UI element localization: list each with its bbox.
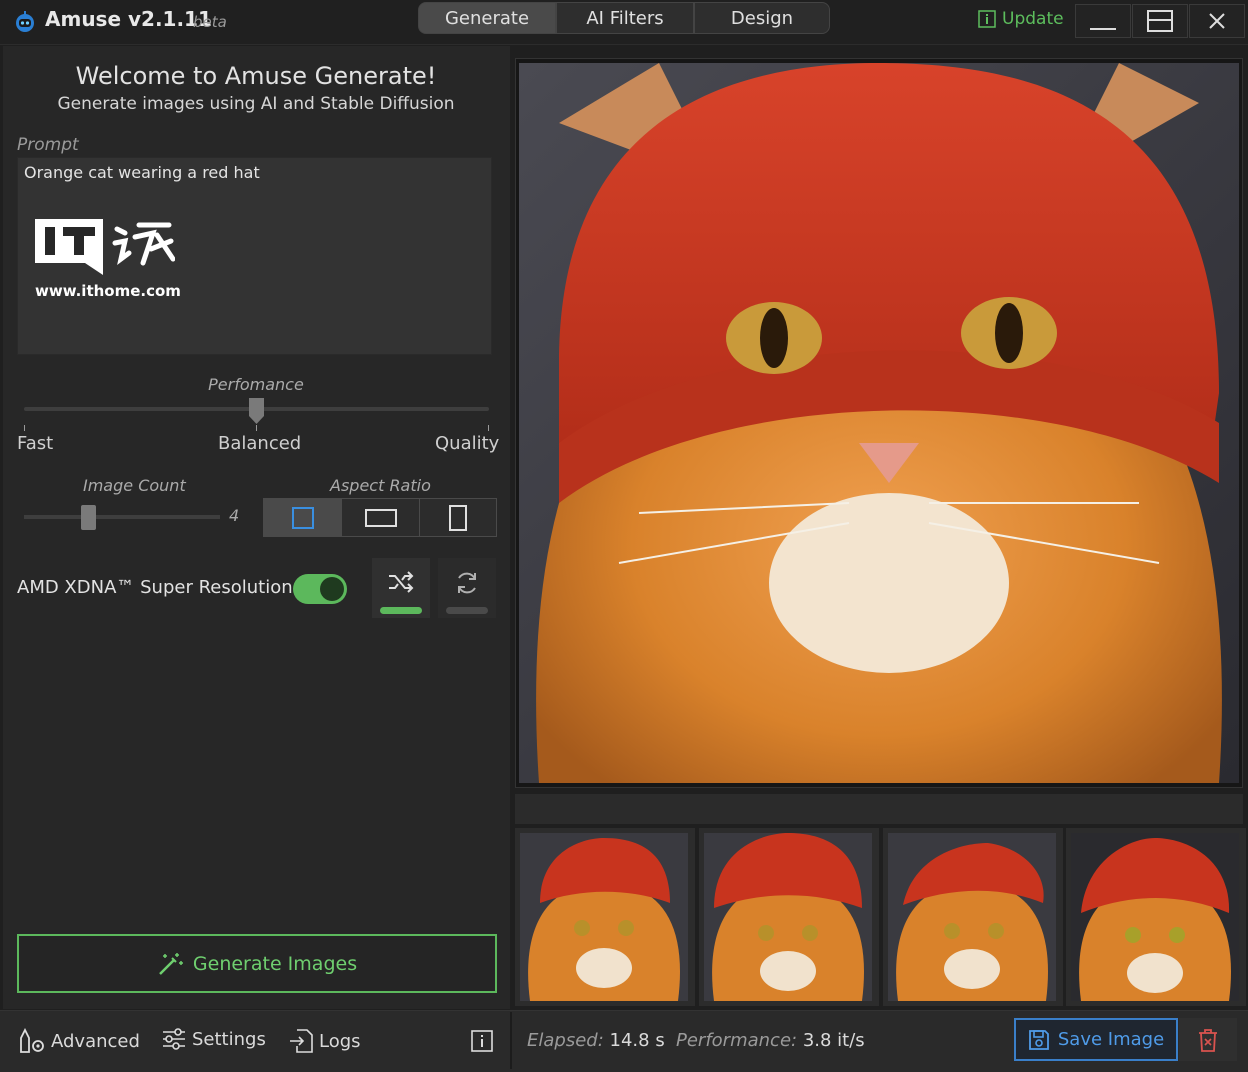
settings-label: Settings bbox=[192, 1028, 266, 1050]
settings-button[interactable]: Settings bbox=[162, 1028, 266, 1050]
amuse-logo-icon bbox=[16, 11, 34, 32]
performance-stat-label: Performance: bbox=[676, 1030, 798, 1051]
update-button[interactable]: Update bbox=[978, 9, 1064, 29]
image-progress-strip bbox=[515, 794, 1243, 824]
square-icon bbox=[291, 506, 314, 529]
generate-images-label: Generate Images bbox=[192, 952, 358, 975]
minimize-button[interactable] bbox=[1075, 4, 1131, 38]
ithome-watermark-url: www.ithome.com bbox=[35, 282, 181, 300]
delete-image-button[interactable] bbox=[1179, 1018, 1237, 1061]
minimize-icon bbox=[1090, 28, 1116, 30]
prompt-label: Prompt bbox=[17, 135, 79, 155]
close-icon bbox=[1209, 13, 1225, 29]
landscape-icon bbox=[364, 508, 397, 527]
performance-slider-thumb[interactable] bbox=[249, 398, 264, 424]
image-count-slider-thumb[interactable] bbox=[81, 505, 96, 530]
thumbnail-image-1[interactable] bbox=[520, 833, 688, 1001]
logs-icon bbox=[290, 1029, 313, 1053]
thumbnail-image-2[interactable] bbox=[704, 833, 872, 1001]
bottom-bar-divider bbox=[510, 1012, 512, 1069]
settings-sliders-icon bbox=[163, 1028, 185, 1050]
refresh-icon bbox=[458, 572, 476, 594]
aspect-landscape-button[interactable] bbox=[341, 498, 420, 537]
generated-image-main[interactable] bbox=[519, 63, 1239, 783]
advanced-icon bbox=[20, 1028, 44, 1053]
performance-stat-value: 3.8 it/s bbox=[802, 1030, 865, 1051]
aspect-ratio-label: Aspect Ratio bbox=[330, 476, 431, 495]
aspect-portrait-button[interactable] bbox=[419, 498, 497, 537]
performance-stat: Performance: 3.8 it/s bbox=[676, 1030, 865, 1051]
welcome-title: Welcome to Amuse Generate! bbox=[75, 62, 437, 90]
tab-generate[interactable]: Generate bbox=[418, 2, 556, 34]
reuse-seed-indicator bbox=[446, 607, 488, 614]
performance-tick bbox=[24, 425, 25, 431]
trash-icon bbox=[1199, 1028, 1217, 1052]
advanced-label: Advanced bbox=[51, 1030, 140, 1052]
save-disk-icon bbox=[1028, 1029, 1049, 1050]
xdna-toggle-knob bbox=[320, 577, 344, 601]
performance-tick-quality: Quality bbox=[435, 433, 500, 454]
prompt-text: Orange cat wearing a red hat bbox=[24, 163, 260, 182]
info-icon[interactable] bbox=[471, 1030, 493, 1052]
app-title: Amuse v2.1.11 bbox=[45, 7, 212, 31]
image-count-value: 4 bbox=[229, 506, 240, 525]
save-image-button[interactable]: Save Image bbox=[1014, 1018, 1178, 1061]
shuffle-icon bbox=[389, 571, 414, 593]
random-seed-indicator bbox=[380, 607, 422, 614]
close-button[interactable] bbox=[1189, 4, 1245, 38]
logs-button[interactable]: Logs bbox=[289, 1028, 361, 1054]
ithome-watermark-logo-icon bbox=[35, 219, 175, 275]
maximize-button[interactable] bbox=[1132, 4, 1188, 38]
info-icon bbox=[978, 10, 996, 28]
logs-label: Logs bbox=[319, 1030, 361, 1052]
xdna-super-resolution-label: AMD XDNA™ Super Resolution bbox=[17, 577, 293, 598]
save-image-label: Save Image bbox=[1057, 1029, 1165, 1050]
aspect-square-button[interactable] bbox=[263, 498, 342, 537]
performance-tick bbox=[488, 425, 489, 431]
performance-tick bbox=[256, 425, 257, 431]
portrait-icon bbox=[449, 504, 467, 531]
thumbnail-image-4[interactable] bbox=[1071, 833, 1239, 1001]
update-label: Update bbox=[1002, 9, 1064, 29]
performance-tick-balanced: Balanced bbox=[218, 433, 302, 454]
performance-tick-fast: Fast bbox=[17, 433, 54, 454]
elapsed-label: Elapsed: bbox=[527, 1030, 604, 1051]
thumbnail-image-3[interactable] bbox=[888, 833, 1056, 1001]
beta-label: beta bbox=[193, 13, 227, 31]
maximize-icon bbox=[1147, 10, 1173, 32]
elapsed-stat: Elapsed: 14.8 s bbox=[527, 1030, 665, 1051]
tab-design[interactable]: Design bbox=[694, 2, 830, 34]
image-count-slider[interactable] bbox=[24, 515, 220, 519]
elapsed-value: 14.8 s bbox=[609, 1030, 665, 1051]
performance-label: Perfomance bbox=[208, 375, 304, 394]
welcome-subtitle: Generate images using AI and Stable Diff… bbox=[57, 94, 455, 114]
image-count-label: Image Count bbox=[83, 476, 186, 495]
tab-ai-filters[interactable]: AI Filters bbox=[556, 2, 694, 34]
generate-images-button[interactable]: Generate Images bbox=[17, 934, 497, 993]
magic-wand-icon bbox=[159, 952, 183, 975]
advanced-button[interactable]: Advanced bbox=[17, 1028, 140, 1054]
